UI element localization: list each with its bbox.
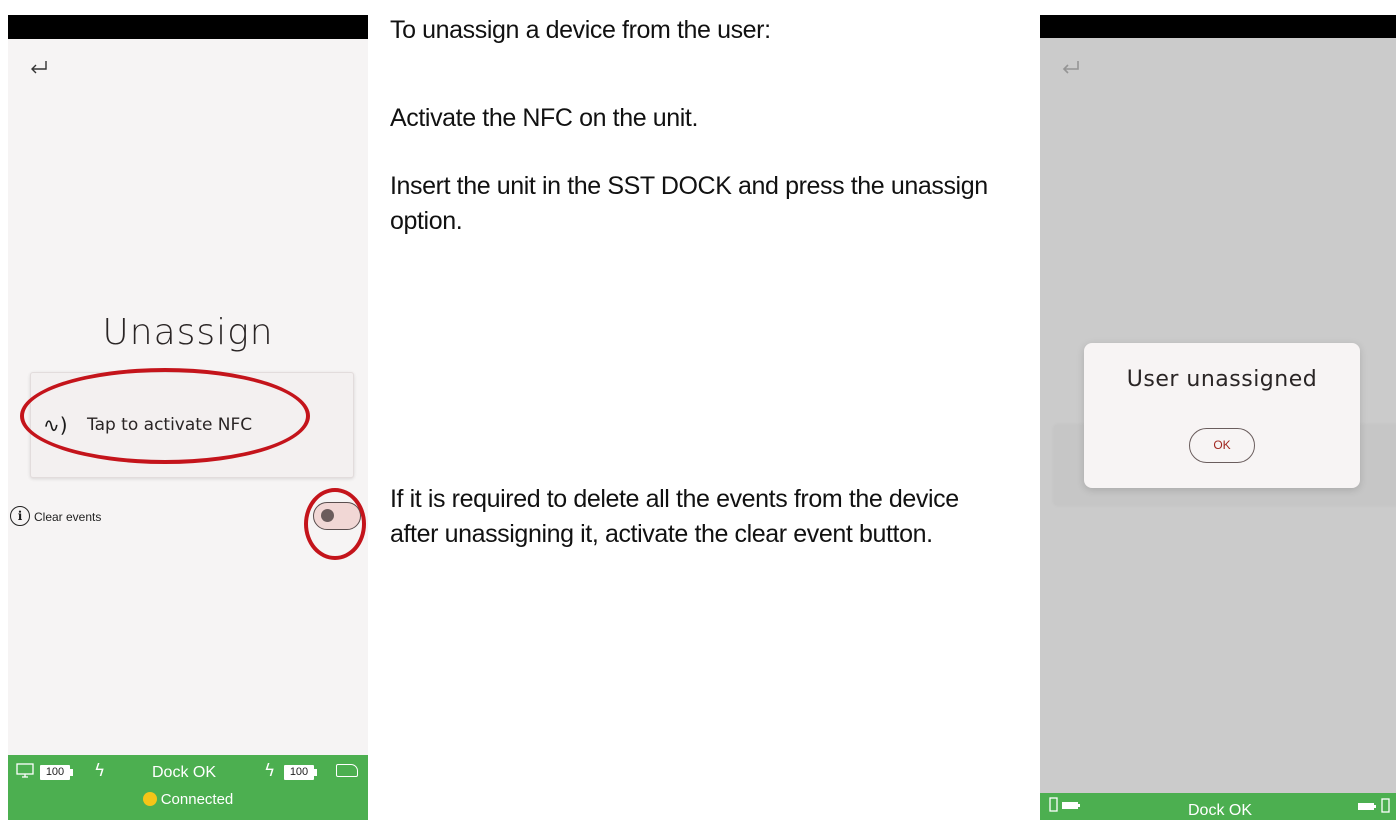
back-arrow-icon[interactable] xyxy=(26,55,50,79)
connection-status-label: Connected xyxy=(160,791,234,808)
dialog-message: User unassigned xyxy=(1126,367,1318,392)
info-icon[interactable]: i xyxy=(10,506,30,526)
instruction-step-nfc: Activate the NFC on the unit. xyxy=(390,104,699,132)
confirmation-dialog: User unassigned OK xyxy=(1084,343,1360,488)
back-arrow-icon xyxy=(1062,61,1079,74)
dock-status: Dock OK xyxy=(152,764,217,781)
clear-events-label: Clear events xyxy=(34,510,102,524)
device-battery-icon xyxy=(1049,797,1080,812)
status-bar xyxy=(8,15,368,39)
unassign-screen: Unassign ∿) Tap to activate NFC i Clear … xyxy=(8,15,368,820)
highlight-circle-toggle xyxy=(304,488,366,560)
unassigned-confirmation-screen: User unassigned OK Dock OK xyxy=(1040,15,1396,820)
status-footer: 100 ϟ Dock OK ϟ 100 Connected xyxy=(8,755,368,820)
instruction-step-clear: If it is required to delete all the even… xyxy=(390,485,959,548)
highlight-circle-nfc xyxy=(20,368,310,464)
connection-status: Connected xyxy=(8,791,368,808)
battery-indicator-right: 100 xyxy=(284,765,317,780)
device-icon xyxy=(336,764,358,777)
dock-status: Dock OK xyxy=(1188,802,1253,819)
ok-button[interactable]: OK xyxy=(1189,428,1255,463)
instruction-step-dock: Insert the unit in the SST DOCK and pres… xyxy=(390,172,988,235)
smiley-icon xyxy=(142,792,157,806)
battery-indicator-left: 100 xyxy=(40,765,73,780)
charging-bolt-icon: ϟ xyxy=(94,761,106,781)
charger-battery-icon xyxy=(1358,798,1390,813)
monitor-icon xyxy=(16,763,34,778)
status-footer: Dock OK xyxy=(1040,793,1396,820)
instruction-intro: To unassign a device from the user: xyxy=(390,16,771,44)
charging-bolt-icon-right: ϟ xyxy=(264,761,276,781)
status-bar xyxy=(1040,15,1396,38)
page-title: Unassign xyxy=(102,312,274,353)
